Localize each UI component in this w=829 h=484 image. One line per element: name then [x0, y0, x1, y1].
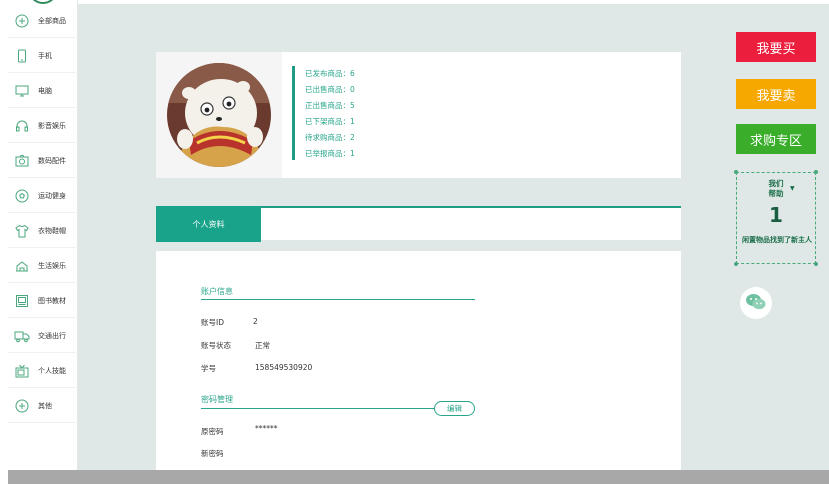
avatar-container: [156, 52, 282, 178]
wechat-button[interactable]: [740, 287, 772, 319]
tv-icon: [14, 363, 30, 379]
student-id-value: 158549530920: [255, 363, 313, 372]
stat-wanted[interactable]: 待求购商品：2: [305, 130, 432, 146]
password-section-title: 密码管理: [201, 395, 233, 404]
student-id-label: 学号: [201, 364, 216, 373]
sidebar-item-label: 影音娱乐: [38, 121, 66, 130]
sidebar-item-life[interactable]: 生活娱乐: [8, 249, 78, 283]
sidebar-item-label: 数码配件: [38, 156, 66, 165]
account-status-value: 正常: [255, 341, 270, 350]
wechat-icon: [745, 293, 767, 313]
sidebar-item-sports[interactable]: 运动健身: [8, 179, 78, 213]
corner-dot: [814, 262, 818, 266]
profile-summary-card: 已发布商品：6 已出售商品：0 正出售商品：5 已下架商品：1 待求购商品：2 …: [156, 52, 681, 178]
help-title-line: 帮助: [768, 189, 784, 198]
soccer-ball-icon: [14, 188, 30, 204]
page-left-edge: [0, 0, 8, 484]
personal-info-card: 账户信息 账号ID 2 账号状态 正常 学号 158549530920 密码管理…: [156, 251, 681, 470]
sidebar-item-label: 个人技能: [38, 366, 66, 375]
corner-dot: [814, 170, 818, 174]
sidebar-item-label: 运动健身: [38, 191, 66, 200]
sidebar-item-label: 其他: [38, 401, 52, 410]
stat-selling[interactable]: 正出售商品：5: [305, 98, 432, 114]
bottom-scroll-region: [8, 470, 829, 484]
old-password-value: ******: [255, 424, 278, 433]
monitor-icon: [14, 83, 30, 99]
camera-icon: [14, 153, 30, 169]
stat-removed[interactable]: 已下架商品：1: [305, 114, 432, 130]
phone-icon: [14, 48, 30, 64]
sidebar-item-books[interactable]: 图书教材: [8, 284, 78, 318]
truck-icon: [14, 328, 30, 344]
sidebar-item-digital[interactable]: 数码配件: [8, 144, 78, 178]
corner-dot: [734, 262, 738, 266]
home-icon: [14, 258, 30, 274]
stat-sold[interactable]: 已出售商品：0: [305, 82, 432, 98]
sidebar-item-clothing[interactable]: 衣物鞋帽: [8, 214, 78, 248]
plus-circle-icon: [14, 398, 30, 414]
old-password-label: 原密码: [201, 427, 224, 436]
tab-personal-info[interactable]: 个人资料: [156, 206, 261, 242]
sidebar-item-transport[interactable]: 交通出行: [8, 319, 78, 353]
caret-down-icon: ▼: [790, 185, 795, 192]
section-divider: [201, 408, 435, 409]
sidebar-item-label: 手机: [38, 51, 52, 60]
shirt-icon: [14, 223, 30, 239]
sidebar-item-computer[interactable]: 电脑: [8, 74, 78, 108]
help-count: 1: [769, 203, 783, 227]
help-subtitle: 闲置物品找到了新主人: [742, 235, 812, 244]
headphones-icon: [14, 118, 30, 134]
sidebar-item-all[interactable]: 全部商品: [8, 4, 78, 38]
sell-button[interactable]: 我要卖: [736, 79, 816, 109]
account-id-value: 2: [253, 317, 258, 326]
stat-published[interactable]: 已发布商品：6: [305, 66, 432, 82]
sidebar-item-skills[interactable]: 个人技能: [8, 354, 78, 388]
sidebar-item-label: 交通出行: [38, 331, 66, 340]
help-title: 我们 帮助: [737, 179, 815, 199]
category-sidebar: 全部商品 手机 电脑 影音娱乐 数码配件 运动健身 衣物鞋帽 生活娱乐 图书教材…: [8, 0, 78, 470]
book-icon: [14, 293, 30, 309]
page-top-edge: [78, 0, 829, 4]
sidebar-item-phone[interactable]: 手机: [8, 39, 78, 73]
sidebar-item-label: 生活娱乐: [38, 261, 66, 270]
profile-tabbar: 个人资料: [156, 206, 681, 242]
account-id-label: 账号ID: [201, 318, 224, 327]
corner-dot: [734, 170, 738, 174]
sidebar-item-label: 衣物鞋帽: [38, 226, 66, 235]
sidebar-item-label: 全部商品: [38, 16, 66, 25]
wanted-zone-button[interactable]: 求购专区: [736, 124, 816, 154]
help-title-line: 我们: [768, 179, 784, 188]
account-info-title: 账户信息: [201, 287, 233, 296]
account-status-label: 账号状态: [201, 341, 231, 350]
stat-reported[interactable]: 已举报商品：1: [305, 146, 432, 162]
avatar[interactable]: [167, 63, 271, 167]
sidebar-item-label: 图书教材: [38, 296, 66, 305]
buy-button[interactable]: 我要买: [736, 32, 816, 62]
new-password-label: 新密码: [201, 449, 224, 458]
sidebar-item-other[interactable]: 其他: [8, 389, 78, 423]
product-stats: 已发布商品：6 已出售商品：0 正出售商品：5 已下架商品：1 待求购商品：2 …: [292, 66, 432, 160]
help-counter-box: 我们 帮助 ▼ 1 闲置物品找到了新主人: [734, 170, 818, 266]
sidebar-item-entertainment[interactable]: 影音娱乐: [8, 109, 78, 143]
section-divider: [201, 299, 475, 300]
edit-password-button[interactable]: 编辑: [434, 401, 475, 416]
plus-circle-icon: [14, 13, 30, 29]
sidebar-item-label: 电脑: [38, 86, 52, 95]
